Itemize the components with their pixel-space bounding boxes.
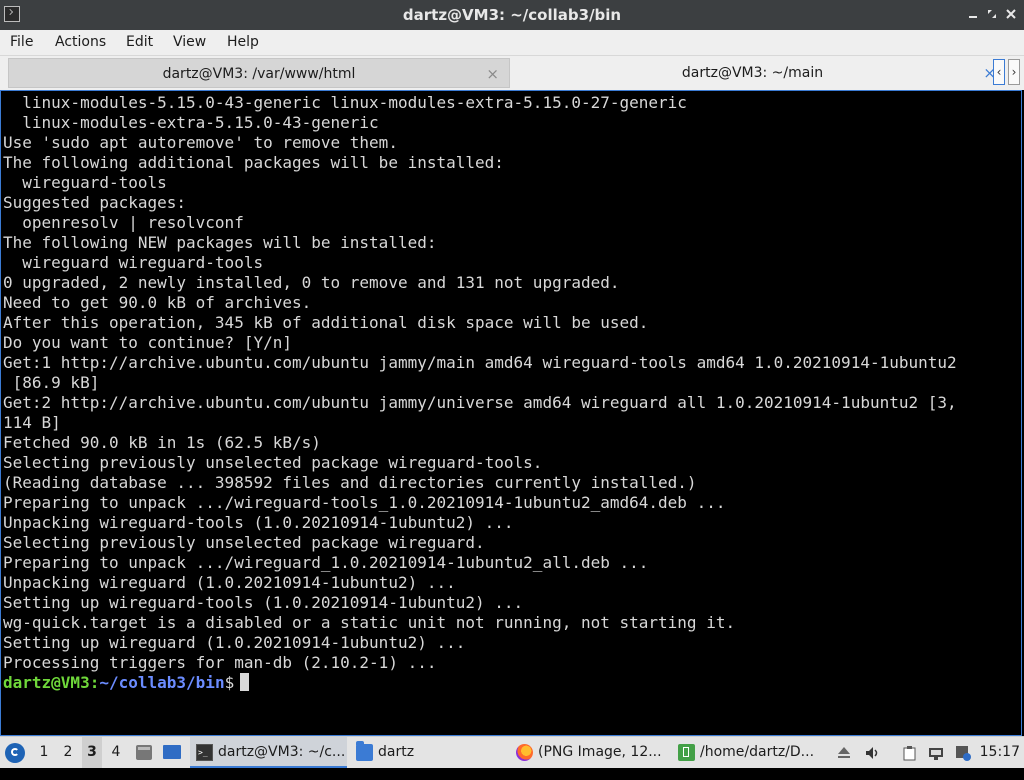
- terminal-line: Processing triggers for man-db (2.10.2-1…: [3, 653, 437, 672]
- prompt-separator: :: [89, 673, 100, 692]
- terminal-view[interactable]: linux-modules-5.15.0-43-generic linux-mo…: [0, 90, 1022, 736]
- menu-actions[interactable]: Actions: [55, 34, 106, 50]
- tab-label: dartz@VM3: ~/main: [681, 65, 824, 81]
- workspace-4[interactable]: 4: [106, 737, 126, 768]
- task-text-editor[interactable]: /home/dartz/D...: [672, 737, 830, 768]
- terminal-line: wireguard-tools: [3, 173, 167, 192]
- tab-close-icon[interactable]: ×: [486, 59, 499, 89]
- terminal-line: linux-modules-extra-5.15.0-43-generic: [3, 113, 379, 132]
- desktop-launcher-icon[interactable]: [162, 737, 182, 768]
- tab-bar: dartz@VM3: /var/www/html × dartz@VM3: ~/…: [0, 56, 1024, 90]
- terminal-line: 114 B]: [3, 413, 61, 432]
- terminal-line: Suggested packages:: [3, 193, 187, 212]
- terminal-line: Fetched 90.0 kB in 1s (62.5 kB/s): [3, 433, 321, 452]
- terminal-line: The following additional packages will b…: [3, 153, 504, 172]
- workspace-2[interactable]: 2: [58, 737, 78, 768]
- terminal-line: linux-modules-5.15.0-43-generic linux-mo…: [3, 93, 687, 112]
- terminal-line: Unpacking wireguard (1.0.20210914-1ubunt…: [3, 573, 456, 592]
- task-firefox[interactable]: (PNG Image, 12...: [510, 737, 668, 768]
- terminal-line: Unpacking wireguard-tools (1.0.20210914-…: [3, 513, 514, 532]
- terminal-line: Get:1 http://archive.ubuntu.com/ubuntu j…: [3, 353, 957, 372]
- terminal-line: Need to get 90.0 kB of archives.: [3, 293, 312, 312]
- terminal-line: The following NEW packages will be insta…: [3, 233, 437, 252]
- text-editor-icon: [678, 744, 695, 761]
- minimize-icon[interactable]: [966, 7, 980, 21]
- terminal-line: Do you want to continue? [Y/n]: [3, 333, 292, 352]
- update-icon[interactable]: [955, 745, 971, 761]
- terminal-line: (Reading database ... 398592 files and d…: [3, 473, 697, 492]
- task-label: /home/dartz/D...: [700, 744, 815, 760]
- terminal-line: Use 'sudo apt autoremove' to remove them…: [3, 133, 398, 152]
- task-label: dartz: [378, 744, 415, 760]
- eject-icon[interactable]: [836, 745, 852, 761]
- menu-view[interactable]: View: [173, 34, 206, 50]
- task-label: (PNG Image, 12...: [538, 744, 662, 760]
- clock[interactable]: 15:17: [980, 737, 1020, 768]
- terminal-line: Selecting previously unselected package …: [3, 533, 485, 552]
- maximize-icon[interactable]: [985, 7, 999, 21]
- clipboard-icon[interactable]: [902, 745, 918, 761]
- terminal-line: Setting up wireguard-tools (1.0.20210914…: [3, 593, 524, 612]
- terminal-line: After this operation, 345 kB of addition…: [3, 313, 649, 332]
- title-bar: dartz@VM3: ~/collab3/bin: [0, 0, 1024, 30]
- terminal-icon: [196, 737, 213, 766]
- terminal-line: Selecting previously unselected package …: [3, 453, 543, 472]
- window-title: dartz@VM3: ~/collab3/bin: [402, 6, 622, 24]
- tab-scroll-left-button[interactable]: ‹: [993, 59, 1005, 85]
- tab-var-www-html[interactable]: dartz@VM3: /var/www/html ×: [8, 58, 510, 88]
- prompt-user-host: dartz@VM3: [3, 673, 90, 692]
- terminal-line: Setting up wireguard (1.0.20210914-1ubun…: [3, 633, 466, 652]
- task-label: dartz@VM3: ~/c...: [218, 744, 346, 760]
- folder-icon: [356, 741, 373, 761]
- terminal-output: linux-modules-5.15.0-43-generic linux-mo…: [3, 93, 1021, 693]
- terminal-prompt-line[interactable]: dartz@VM3:~/collab3/bin$: [3, 673, 1021, 693]
- tab-scroll-right-button[interactable]: ›: [1008, 59, 1020, 85]
- firefox-icon: [516, 744, 533, 761]
- terminal-line: Preparing to unpack .../wireguard-tools_…: [3, 493, 726, 512]
- terminal-cursor: [240, 673, 250, 691]
- prompt-symbol: $: [224, 673, 235, 692]
- volume-icon[interactable]: [864, 745, 880, 761]
- close-icon[interactable]: [1004, 7, 1018, 21]
- terminal-line: wg-quick.target is a disabled or a stati…: [3, 613, 736, 632]
- task-file-manager[interactable]: dartz: [350, 737, 500, 768]
- tab-main[interactable]: dartz@VM3: ~/main ×: [511, 58, 996, 88]
- menu-edit[interactable]: Edit: [126, 34, 153, 50]
- terminal-line: Preparing to unpack .../wireguard_1.0.20…: [3, 553, 649, 572]
- menu-bar: File Actions Edit View Help: [0, 30, 1024, 56]
- workspace-1[interactable]: 1: [34, 737, 54, 768]
- tab-label: dartz@VM3: /var/www/html: [162, 66, 356, 82]
- terminal-line: 0 upgraded, 2 newly installed, 0 to remo…: [3, 273, 620, 292]
- file-manager-launcher-icon[interactable]: [134, 737, 154, 768]
- start-menu-icon[interactable]: [5, 743, 25, 763]
- terminal-line: [86.9 kB]: [3, 373, 100, 392]
- task-terminal[interactable]: dartz@VM3: ~/c...: [190, 737, 347, 768]
- taskbar: 1 2 3 4 dartz@VM3: ~/c... dartz (PNG Ima…: [0, 736, 1024, 768]
- terminal-line: openresolv | resolvconf: [3, 213, 244, 232]
- menu-help[interactable]: Help: [227, 34, 259, 50]
- workspace-3[interactable]: 3: [82, 737, 102, 768]
- menu-file[interactable]: File: [10, 34, 33, 50]
- prompt-path: ~/collab3/bin: [99, 673, 225, 692]
- terminal-line: Get:2 http://archive.ubuntu.com/ubuntu j…: [3, 393, 957, 412]
- network-icon[interactable]: [928, 745, 944, 761]
- terminal-line: wireguard wireguard-tools: [3, 253, 264, 272]
